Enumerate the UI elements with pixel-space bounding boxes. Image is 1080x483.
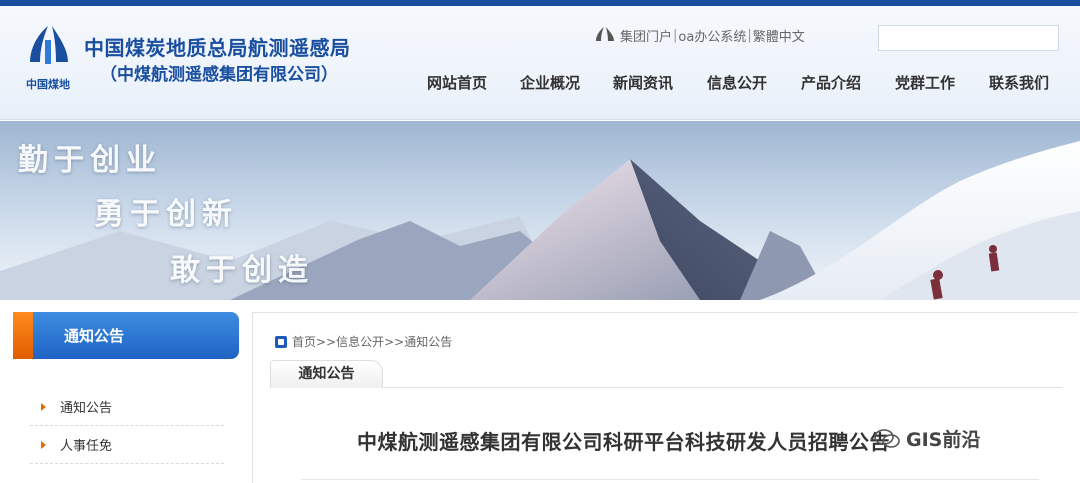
nav-item-disclosure[interactable]: 信息公开 <box>680 68 794 98</box>
sidebar-list: 通知公告 人事任免 <box>30 388 224 464</box>
slogan-2: 勇于创新 <box>94 197 238 232</box>
link-separator: | <box>747 27 752 43</box>
sidebar-header: 通知公告 <box>13 312 239 359</box>
sidebar-item-notices[interactable]: 通知公告 <box>30 388 224 426</box>
breadcrumb-text[interactable]: 首页>>信息公开>>通知公告 <box>292 333 452 350</box>
org-subtitle: （中煤航测遥感集团有限公司） <box>100 65 338 85</box>
arrow-right-icon <box>41 402 46 411</box>
nav-item-party[interactable]: 党群工作 <box>868 68 982 98</box>
traditional-chinese-link[interactable]: 繁體中文 <box>753 26 805 45</box>
logo-text: 中国煤地 <box>26 78 70 91</box>
arrow-right-icon <box>41 440 46 449</box>
nav-item-products[interactable]: 产品介绍 <box>794 68 868 98</box>
sidebar-header-accent <box>13 312 33 359</box>
hero-banner: 勤于创业 勇于创新 敢于创造 <box>0 121 1080 300</box>
sidebar-title: 通知公告 <box>64 327 125 345</box>
article-title: 中煤航测遥感集团有限公司科研平台科技研发人员招聘公告 <box>357 430 890 454</box>
nav-item-news[interactable]: 新闻资讯 <box>606 68 680 98</box>
breadcrumb: 首页>>信息公开>>通知公告 <box>275 333 452 350</box>
group-portal-link[interactable]: 集团门户 <box>620 26 672 45</box>
org-title: 中国煤炭地质总局航测遥感局 <box>84 36 351 60</box>
slogan-3: 敢于创造 <box>170 253 314 288</box>
sidebar-item-label: 人事任免 <box>60 439 113 454</box>
sidebar-item-appointments[interactable]: 人事任免 <box>30 426 224 464</box>
site-header: 中国煤地 中国煤炭地质总局航测遥感局 （中煤航测遥感集团有限公司） 集团门户 |… <box>0 6 1080 120</box>
main-nav: 网站首页 企业概况 新闻资讯 信息公开 产品介绍 党群工作 联系我们 <box>420 68 1056 98</box>
title-divider <box>301 479 1039 480</box>
chat-bubble-icon <box>874 428 900 448</box>
tab-divider <box>270 387 1062 388</box>
slogan-1: 勤于创业 <box>18 143 162 178</box>
nav-item-home[interactable]: 网站首页 <box>420 68 494 98</box>
sidebar: 通知公告 通知公告 人事任免 <box>13 312 239 483</box>
top-links: 集团门户 | oa办公系统 | 繁體中文 <box>593 25 805 45</box>
nav-item-overview[interactable]: 企业概况 <box>494 68 606 98</box>
tab-notices[interactable]: 通知公告 <box>270 360 383 388</box>
watermark: GIS前沿 <box>874 425 980 452</box>
sidebar-item-label: 通知公告 <box>60 401 113 416</box>
main-content: 首页>>信息公开>>通知公告 通知公告 中煤航测遥感集团有限公司科研平台科技研发… <box>252 312 1078 483</box>
nav-item-contact[interactable]: 联系我们 <box>982 68 1056 98</box>
watermark-text: GIS前沿 <box>906 429 981 451</box>
link-separator: | <box>673 27 678 43</box>
home-icon <box>275 335 287 348</box>
group-logo-icon <box>596 27 614 41</box>
search-input[interactable] <box>878 25 1059 51</box>
oa-system-link[interactable]: oa办公系统 <box>678 26 746 45</box>
